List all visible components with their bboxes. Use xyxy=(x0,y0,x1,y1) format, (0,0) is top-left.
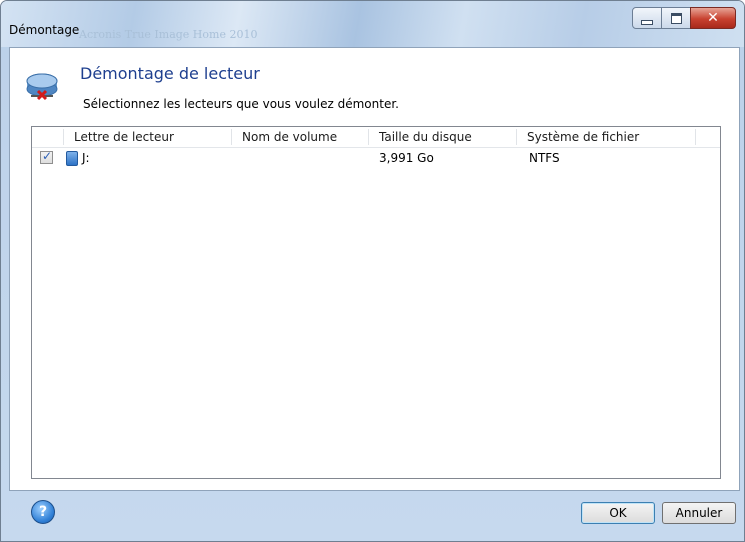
drive-list[interactable]: Lettre de lecteur Nom de volume Taille d… xyxy=(31,126,721,479)
close-button[interactable]: ✕ xyxy=(690,7,736,29)
window-ghost-title: Acronis True Image Home 2010 xyxy=(79,28,258,41)
column-header-letter[interactable]: Lettre de lecteur xyxy=(64,127,232,147)
column-header-size[interactable]: Taille du disque xyxy=(369,127,517,147)
minimize-icon xyxy=(641,19,653,25)
cancel-button[interactable]: Annuler xyxy=(662,502,736,524)
drive-letter: J: xyxy=(82,151,90,165)
dialog-footer: ? OK Annuler xyxy=(9,491,738,535)
drive-checkbox[interactable]: ✓ xyxy=(40,149,53,164)
file-system: NTFS xyxy=(529,151,560,165)
column-header-check[interactable] xyxy=(32,127,64,147)
minimize-button[interactable] xyxy=(632,7,662,29)
maximize-icon xyxy=(670,12,682,24)
maximize-button[interactable] xyxy=(661,7,691,29)
caption-buttons: ✕ xyxy=(632,7,736,29)
checkmark-icon: ✓ xyxy=(42,149,53,163)
dialog-window: Démontage Acronis True Image Home 2010 ✕… xyxy=(0,0,745,542)
dialog-content: Démontage de lecteur Sélectionnez les le… xyxy=(9,47,740,491)
disk-size: 3,991 Go xyxy=(379,151,434,165)
drive-icon xyxy=(66,151,78,166)
page-title: Démontage de lecteur xyxy=(80,64,260,83)
help-icon[interactable]: ? xyxy=(31,500,55,524)
table-row[interactable]: ✓ J: 3,991 Go NTFS xyxy=(32,149,720,167)
page-subtitle: Sélectionnez les lecteurs que vous voule… xyxy=(83,97,399,111)
close-icon: ✕ xyxy=(707,10,719,26)
unmount-drive-icon xyxy=(26,73,58,101)
window-title: Démontage xyxy=(9,23,80,37)
column-header-filesystem[interactable]: Système de fichier xyxy=(517,127,696,147)
list-header: Lettre de lecteur Nom de volume Taille d… xyxy=(32,127,720,148)
title-bar[interactable]: Démontage Acronis True Image Home 2010 ✕ xyxy=(1,1,744,47)
ok-button[interactable]: OK xyxy=(581,502,655,524)
column-header-volume[interactable]: Nom de volume xyxy=(232,127,369,147)
